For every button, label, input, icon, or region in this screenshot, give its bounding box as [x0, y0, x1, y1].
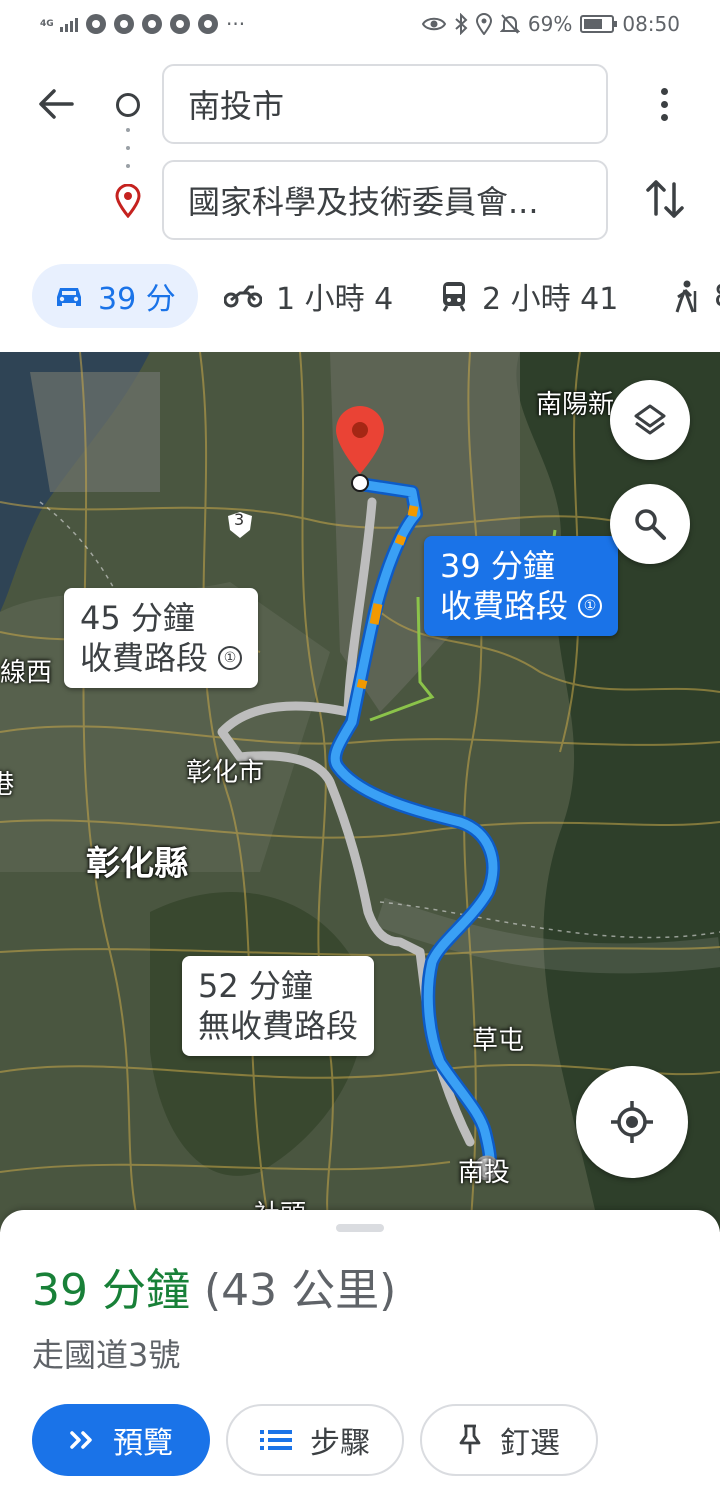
- route-distance: (43 公里): [203, 1265, 397, 1316]
- route-via: 走國道3號: [32, 1336, 181, 1374]
- back-arrow-icon: [39, 89, 74, 119]
- more-options-button[interactable]: [640, 80, 688, 128]
- pushpin-icon: [459, 1424, 481, 1454]
- origin-field[interactable]: 南投市: [162, 64, 608, 144]
- destination-pin-icon: [115, 184, 141, 218]
- battery-icon: [580, 15, 618, 33]
- drag-handle[interactable]: [336, 1224, 384, 1232]
- route-callout-alt-1[interactable]: 45 分鐘 收費路段 ①: [64, 588, 259, 688]
- pin-button[interactable]: 釘選: [420, 1404, 598, 1476]
- walk-icon: [675, 280, 697, 313]
- map-label-nantou: 南投: [458, 1158, 511, 1188]
- motorcycle-duration: 1 小時 4: [276, 282, 394, 317]
- tab-walking[interactable]: 8: [672, 264, 720, 328]
- layers-button[interactable]: [610, 380, 690, 460]
- travel-mode-tabs: 39 分 1 小時 4 2 小時 41 8: [0, 264, 720, 328]
- my-location-button[interactable]: [576, 1066, 688, 1178]
- map-label-changhua-county: 彰化縣: [86, 844, 188, 884]
- driving-duration: 39 分: [98, 282, 176, 317]
- my-location-icon: [611, 1101, 653, 1143]
- route-callout-alt-2[interactable]: 52 分鐘 無收費路段: [182, 956, 375, 1056]
- toll-info-icon: ①: [578, 594, 603, 618]
- callout-alt1-time: 45 分鐘: [80, 599, 195, 637]
- double-chevron-icon: [70, 1431, 92, 1449]
- route-callout-main[interactable]: 39 分鐘 收費路段 ①: [424, 536, 619, 636]
- callout-main-time: 39 分鐘: [440, 547, 555, 585]
- motorcycle-icon: [224, 285, 262, 308]
- preview-button[interactable]: 預覽: [32, 1404, 210, 1476]
- steps-button[interactable]: 步驟: [226, 1404, 404, 1476]
- back-button[interactable]: [32, 80, 80, 128]
- steps-label: 步驟: [310, 1426, 370, 1461]
- swap-directions-icon[interactable]: [640, 174, 690, 224]
- map-label-nanyang: 南陽新: [536, 390, 615, 420]
- route-details-sheet: 39 分鐘 (43 公里) 走國道3號 預覽 步驟 釘選: [0, 1210, 720, 1496]
- callout-alt2-time: 52 分鐘: [198, 967, 313, 1005]
- tab-motorcycle[interactable]: 1 小時 4: [224, 264, 393, 328]
- status-right: 69% 08:50: [421, 12, 680, 36]
- car-icon: [57, 288, 81, 306]
- map-label-highway-3: 3: [234, 510, 245, 529]
- search-along-route-button[interactable]: [610, 484, 690, 564]
- chrome-notification-icon: [198, 14, 218, 34]
- map-label-changhua-city: 彰化市: [186, 758, 265, 788]
- battery-percent: 69%: [527, 12, 573, 36]
- callout-alt2-note: 無收費路段: [198, 1007, 359, 1045]
- chrome-notification-icon: [86, 14, 106, 34]
- clock: 08:50: [622, 12, 680, 36]
- chrome-notification-icon: [170, 14, 190, 34]
- pin-label: 釘選: [500, 1426, 560, 1461]
- layers-icon: [634, 404, 666, 435]
- route-summary: 39 分鐘 (43 公里): [32, 1254, 396, 1318]
- route-dots-icon: [126, 128, 130, 168]
- map-view[interactable]: 3 南陽新 線西 港 彰化市 彰化縣 草屯 南投 社頭 39 分鐘 收費路段① …: [0, 352, 720, 1232]
- mute-icon: [499, 14, 520, 34]
- walking-duration: 8: [714, 279, 720, 314]
- eye-icon: [421, 17, 446, 31]
- tab-transit[interactable]: 2 小時 41: [440, 264, 618, 328]
- chrome-notification-icon: [142, 14, 162, 34]
- status-bar: 4G ··· 69% 08:50: [0, 0, 720, 48]
- map-label-caotun: 草屯: [472, 1026, 525, 1056]
- toll-info-icon: ①: [218, 646, 243, 670]
- status-left: 4G ···: [40, 12, 245, 36]
- network-type: 4G: [40, 18, 54, 29]
- transit-icon: [442, 282, 466, 312]
- transit-duration: 2 小時 41: [482, 282, 619, 317]
- bluetooth-icon: [455, 13, 468, 35]
- chrome-notification-icon: [114, 14, 134, 34]
- location-icon: [475, 13, 492, 35]
- preview-label: 預覽: [113, 1426, 173, 1461]
- route-duration: 39 分鐘: [32, 1265, 190, 1316]
- map-label-xianxi: 線西: [0, 658, 53, 688]
- search-icon: [635, 509, 666, 540]
- tab-driving[interactable]: 39 分: [32, 264, 198, 328]
- destination-field[interactable]: 國家科學及技術委員會...: [162, 160, 608, 240]
- callout-main-note: 收費路段: [440, 587, 569, 625]
- origin-circle-icon: [116, 93, 140, 117]
- map-label-gang: 港: [0, 770, 15, 800]
- list-icon: [260, 1430, 292, 1450]
- signal-icon: [60, 16, 78, 32]
- callout-alt1-note: 收費路段: [80, 639, 209, 677]
- more-notifications-indicator: ···: [226, 12, 246, 36]
